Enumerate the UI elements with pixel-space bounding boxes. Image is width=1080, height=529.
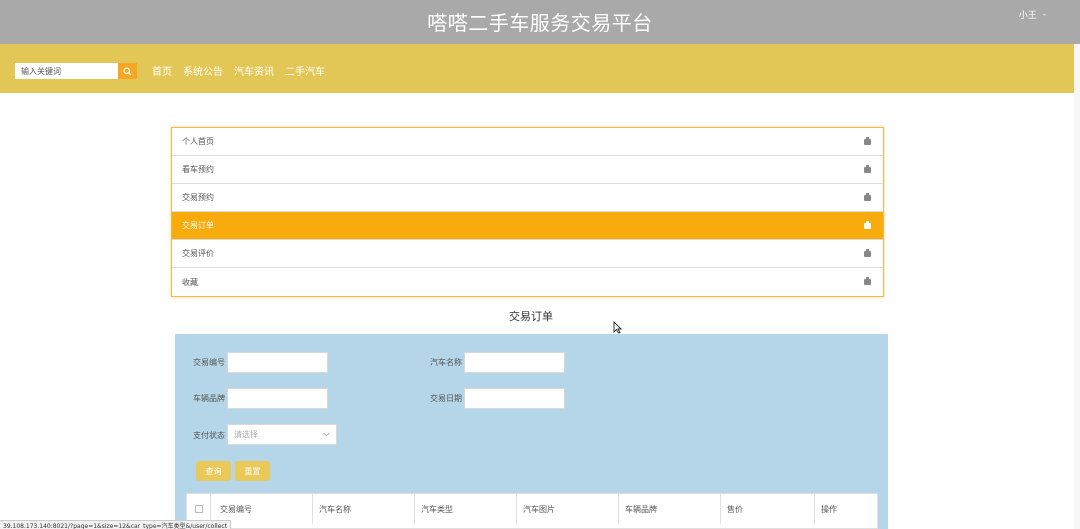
- menu-item-favorites[interactable]: 收藏: [172, 268, 883, 296]
- nav-announcements[interactable]: 系统公告: [183, 63, 223, 78]
- table-header-brand[interactable]: 车辆品牌: [619, 494, 721, 524]
- user-menu[interactable]: 小王 -: [1019, 8, 1046, 22]
- brand-input[interactable]: [227, 388, 328, 409]
- orders-table: 交易编号 汽车名称 汽车类型 汽车图片 车辆品牌 售价 操作: [186, 493, 878, 529]
- search-box: [15, 63, 137, 79]
- menu-item-viewing-appointments[interactable]: 看车预约: [172, 156, 883, 184]
- search-button[interactable]: [118, 63, 137, 79]
- briefcase-icon: [864, 220, 871, 229]
- date-input[interactable]: [464, 388, 565, 409]
- search-icon: [123, 66, 132, 76]
- query-button[interactable]: 查询: [196, 461, 231, 481]
- pay-status-label: 支付状态: [193, 431, 225, 440]
- table-header-actions: 操作: [821, 504, 837, 514]
- menu-item-trade-orders[interactable]: 交易订单: [172, 212, 883, 240]
- select-all-checkbox[interactable]: [194, 505, 203, 513]
- table-header-car-image[interactable]: 汽车图片: [517, 494, 619, 524]
- pay-status-select[interactable]: 请选择: [227, 424, 337, 445]
- top-bar: 嗒嗒二手车服务交易平台 小王 -: [0, 0, 1080, 44]
- menu-item-label: 交易订单: [182, 221, 214, 230]
- menu-item-label: 收藏: [182, 277, 198, 287]
- order-no-label: 交易编号: [193, 358, 225, 367]
- page-title: 交易订单: [509, 310, 553, 323]
- nav-home[interactable]: 首页: [152, 63, 172, 78]
- chevron-down-icon: [323, 432, 330, 437]
- chevron-down-icon[interactable]: -: [1043, 10, 1046, 20]
- reset-button[interactable]: 重置: [235, 461, 270, 481]
- nav-car-news[interactable]: 汽车资讯: [234, 63, 274, 78]
- scrollbar[interactable]: [1074, 44, 1080, 529]
- date-label: 交易日期: [430, 394, 462, 403]
- nav-bar: 首页 系统公告 汽车资讯 二手汽车: [0, 44, 1080, 93]
- briefcase-icon: [864, 248, 871, 257]
- briefcase-icon: [864, 277, 871, 285]
- menu-item-label: 交易评价: [182, 249, 214, 258]
- menu-item-label: 看车预约: [182, 165, 214, 174]
- table-header-car-type[interactable]: 汽车类型: [415, 494, 517, 524]
- mouse-cursor-icon: [613, 321, 622, 334]
- brand-label: 车辆品牌: [193, 394, 225, 403]
- search-input[interactable]: [15, 63, 118, 79]
- browser-status-url: 39.108.173.140:8021/?page=1&size=12&car_…: [0, 520, 232, 529]
- menu-item-label: 交易预约: [182, 193, 214, 202]
- site-title: 嗒嗒二手车服务交易平台: [427, 11, 653, 35]
- menu-item-trade-reviews[interactable]: 交易评价: [172, 240, 883, 268]
- nav-links: 首页 系统公告 汽车资讯 二手汽车: [152, 63, 325, 78]
- table-header-car-name[interactable]: 汽车名称: [313, 494, 415, 524]
- car-name-input[interactable]: [464, 352, 565, 373]
- user-center-menu: 个人首页 看车预约 交易预约 交易订单 交易评价 收藏: [171, 127, 884, 297]
- menu-item-trade-appointments[interactable]: 交易预约: [172, 184, 883, 212]
- briefcase-icon: [864, 136, 871, 145]
- nav-used-cars[interactable]: 二手汽车: [285, 63, 325, 78]
- order-no-input[interactable]: [227, 352, 328, 373]
- pay-status-placeholder: 请选择: [234, 430, 258, 439]
- user-name[interactable]: 小王: [1019, 8, 1037, 21]
- table-header-price[interactable]: 售价: [721, 494, 815, 524]
- briefcase-icon: [864, 164, 871, 173]
- menu-item-label: 个人首页: [182, 137, 214, 146]
- briefcase-icon: [864, 192, 871, 201]
- menu-item-profile[interactable]: 个人首页: [172, 128, 883, 156]
- car-name-label: 汽车名称: [430, 358, 462, 367]
